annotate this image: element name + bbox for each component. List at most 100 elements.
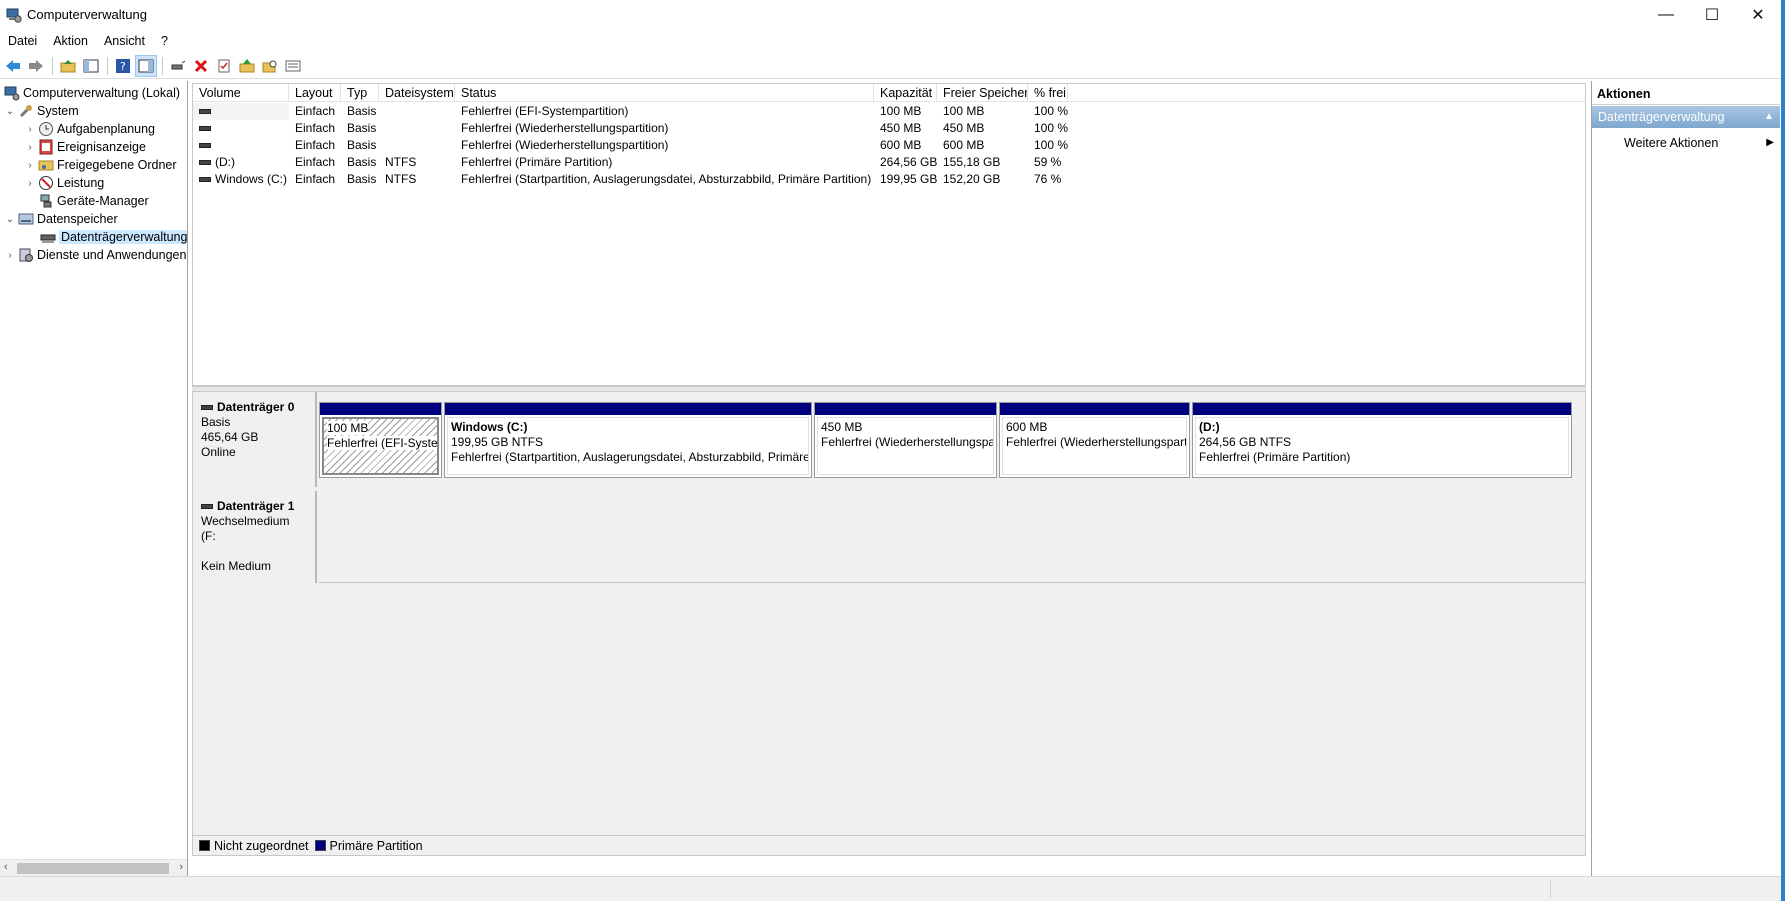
delete-button[interactable]: [190, 55, 212, 77]
show-hide-action-pane-button[interactable]: [135, 54, 157, 77]
connect-drive-button[interactable]: [167, 55, 189, 77]
column-header-typ[interactable]: Typ: [341, 84, 379, 102]
disk-type: Wechselmedium (F:: [201, 514, 290, 543]
list-view-button[interactable]: [282, 55, 304, 77]
partition-efi[interactable]: 100 MB Fehlerfrei (EFI-Systempa: [319, 402, 442, 478]
tree-item-datentraegerverwaltung[interactable]: Datenträgerverwaltung: [38, 228, 187, 246]
table-row[interactable]: Einfach Basis Fehlerfrei (Wiederherstell…: [193, 137, 1585, 154]
expand-icon[interactable]: ›: [24, 142, 36, 153]
title-bar: Computerverwaltung — ☐ ✕: [0, 0, 1785, 30]
computer-management-icon: [6, 8, 22, 23]
scroll-right-icon[interactable]: ›: [179, 861, 183, 873]
volume-icon: [199, 177, 211, 183]
tree-item-ereignisanzeige[interactable]: › Ereignisanzeige: [24, 138, 146, 156]
scroll-left-icon[interactable]: ‹: [4, 861, 8, 873]
volume-cell: [193, 103, 289, 120]
disk-type: Basis: [201, 415, 231, 429]
column-header-volume[interactable]: Volume: [193, 84, 289, 102]
legend: Nicht zugeordnet Primäre Partition: [193, 835, 1585, 855]
expand-icon[interactable]: ⌄: [4, 106, 16, 117]
disk-graphical-view: Datenträger 0 Basis 465,64 GB Online 100…: [192, 391, 1586, 856]
menu-aktion[interactable]: Aktion: [45, 30, 96, 52]
table-row[interactable]: Windows (C:) Einfach Basis NTFS Fehlerfr…: [193, 171, 1585, 188]
disk-label-1[interactable]: Datenträger 1 Wechselmedium (F: Kein Med…: [193, 491, 317, 583]
expand-icon[interactable]: ›: [24, 160, 36, 171]
legend-item-unallocated: Nicht zugeordnet: [199, 839, 309, 853]
column-header-freier-speicher[interactable]: Freier Speicher: [937, 84, 1028, 102]
free-space-cell: 155,18 GB: [943, 155, 1001, 169]
maximize-button[interactable]: ☐: [1689, 0, 1735, 30]
tree-item-root[interactable]: Computerverwaltung (Lokal): [2, 84, 180, 102]
percent-free-cell: 100 %: [1034, 121, 1068, 135]
window-title: Computerverwaltung: [27, 7, 147, 22]
volume-name: (D:): [215, 155, 235, 169]
performance-icon: [39, 176, 53, 190]
collapse-icon[interactable]: ▲: [1764, 106, 1774, 128]
volume-icon: [199, 109, 211, 115]
search-folder-button[interactable]: [259, 55, 281, 77]
close-button[interactable]: ✕: [1735, 0, 1781, 30]
tree-item-aufgabenplanung[interactable]: › Aufgabenplanung: [24, 120, 155, 138]
partition-title: Windows (C:): [451, 420, 528, 434]
delete-icon: [194, 59, 208, 72]
actions-item-label: Weitere Aktionen: [1624, 136, 1719, 150]
primary-partition-bar: [815, 403, 996, 415]
submenu-arrow-icon: ▶: [1766, 137, 1774, 148]
partition-body: 100 MB Fehlerfrei (EFI-Systempa: [322, 417, 439, 475]
actions-item-weitere-aktionen[interactable]: Weitere Aktionen ▶: [1624, 133, 1774, 153]
partition-status: Fehlerfrei (EFI-Systempa: [327, 436, 437, 451]
column-header-prozent-frei[interactable]: % frei: [1028, 84, 1068, 102]
table-row[interactable]: Einfach Basis Fehlerfrei (EFI-Systempart…: [193, 103, 1585, 120]
partition-size: 199,95 GB NTFS: [451, 435, 544, 449]
toolbar-separator: [107, 56, 108, 75]
actions-section-datentraegerverwaltung[interactable]: Datenträgerverwaltung ▲: [1592, 106, 1780, 128]
tree-item-leistung[interactable]: › Leistung: [24, 174, 104, 192]
disk-label-0[interactable]: Datenträger 0 Basis 465,64 GB Online: [193, 392, 317, 487]
volume-list-header: Volume Layout Typ Dateisystem Status Kap…: [193, 84, 1585, 102]
partition-status: Fehlerfrei (Startpartition, Auslagerungs…: [451, 450, 809, 464]
column-header-kapazitaet[interactable]: Kapazität: [874, 84, 937, 102]
column-header-dateisystem[interactable]: Dateisystem: [379, 84, 455, 102]
clock-icon: [39, 122, 53, 136]
percent-free-cell: 59 %: [1034, 155, 1062, 169]
percent-free-cell: 76 %: [1034, 172, 1062, 186]
column-header-status[interactable]: Status: [455, 84, 874, 102]
partition-windows-c[interactable]: Windows (C:) 199,95 GB NTFS Fehlerfrei (…: [444, 402, 812, 478]
folder-up-button[interactable]: [236, 55, 258, 77]
help-button[interactable]: ?: [112, 55, 134, 77]
tree-item-freigegebene-ordner[interactable]: › Freigegebene Ordner: [24, 156, 176, 174]
expand-icon[interactable]: ›: [24, 178, 36, 189]
table-row[interactable]: (D:) Einfach Basis NTFS Fehlerfrei (Prim…: [193, 154, 1585, 171]
tree-item-system[interactable]: ⌄ System: [4, 102, 79, 120]
minimize-button[interactable]: —: [1643, 0, 1689, 30]
tree-item-dienste[interactable]: › Dienste und Anwendungen: [4, 246, 186, 264]
table-row[interactable]: Einfach Basis Fehlerfrei (Wiederherstell…: [193, 120, 1585, 137]
expand-icon[interactable]: ›: [4, 250, 16, 261]
volume-cell: Windows (C:): [193, 171, 289, 188]
up-folder-button[interactable]: [57, 55, 79, 77]
menu-datei[interactable]: Datei: [0, 30, 45, 52]
volume-icon: [199, 126, 211, 132]
expand-icon[interactable]: ⌄: [4, 214, 16, 225]
tree-item-geraete-manager[interactable]: Geräte-Manager: [36, 192, 149, 210]
partition-recovery-450[interactable]: 450 MB Fehlerfrei (Wiederherstellungspa: [814, 402, 997, 478]
show-hide-tree-button[interactable]: [80, 55, 102, 77]
properties-button[interactable]: [213, 55, 235, 77]
back-button[interactable]: [2, 55, 24, 77]
menu-help[interactable]: ?: [153, 30, 176, 52]
free-space-cell: 100 MB: [943, 104, 985, 118]
partition-status: Fehlerfrei (Primäre Partition): [1199, 450, 1351, 464]
partition-d[interactable]: (D:) 264,56 GB NTFS Fehlerfrei (Primäre …: [1192, 402, 1572, 478]
scroll-thumb[interactable]: [17, 863, 169, 874]
menu-ansicht[interactable]: Ansicht: [96, 30, 153, 52]
partition-recovery-600[interactable]: 600 MB Fehlerfrei (Wiederherstellungspar…: [999, 402, 1190, 478]
layout-cell: Einfach: [295, 172, 336, 186]
volume-cell: [193, 120, 289, 137]
tree-horizontal-scrollbar[interactable]: ‹ ›: [0, 859, 187, 876]
forward-button[interactable]: [25, 55, 47, 77]
expand-icon[interactable]: ›: [24, 124, 36, 135]
column-header-layout[interactable]: Layout: [289, 84, 341, 102]
tree-item-datenspeicher[interactable]: ⌄ Datenspeicher: [4, 210, 118, 228]
partition-size: 264,56 GB NTFS: [1199, 435, 1292, 449]
status-cell: Fehlerfrei (Primäre Partition): [461, 155, 613, 169]
